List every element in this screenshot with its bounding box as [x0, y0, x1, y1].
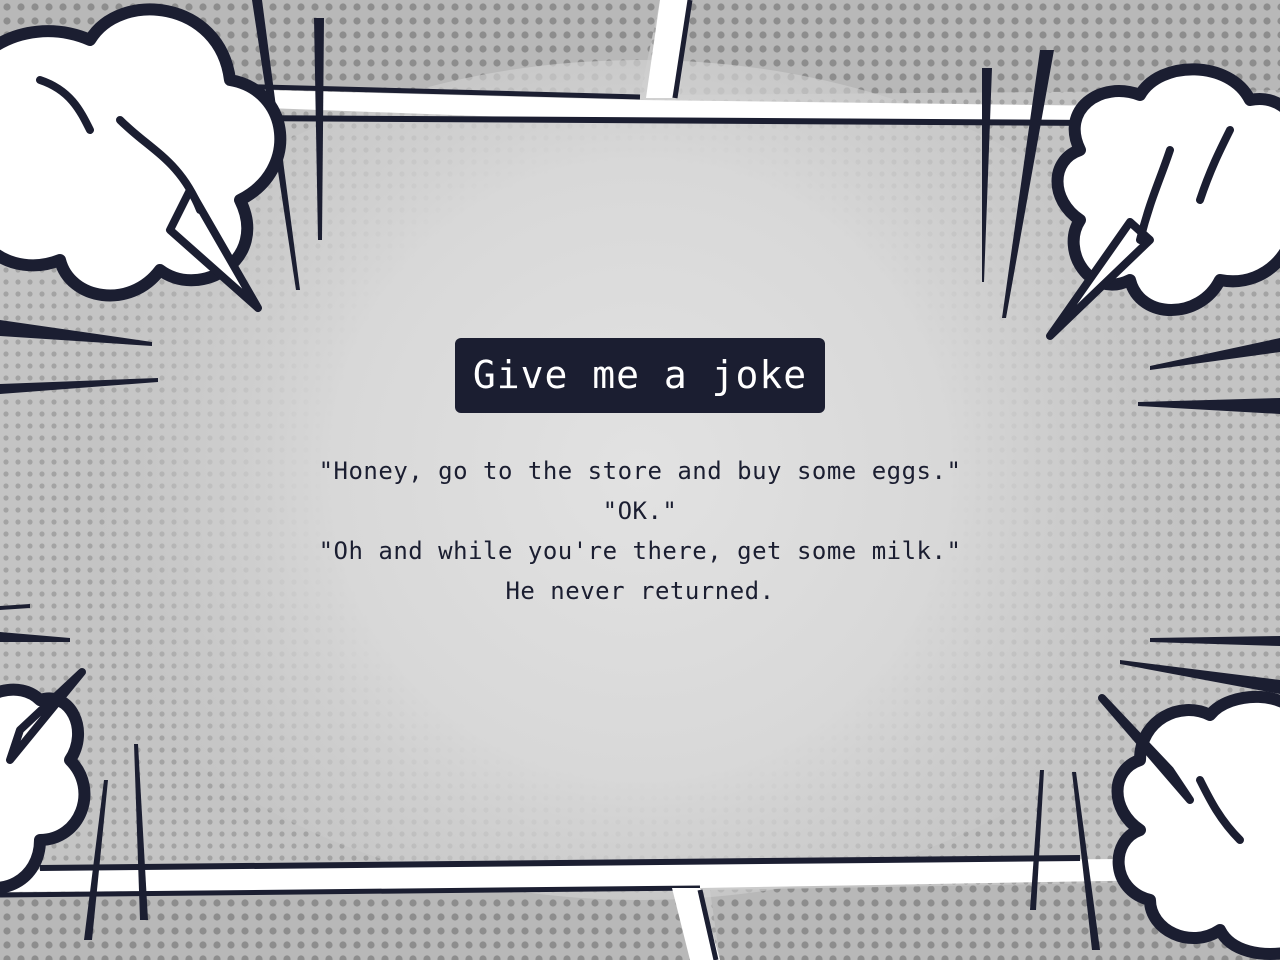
joke-card: Give me a joke "Honey, go to the store a…: [0, 338, 1280, 611]
comic-background: Give me a joke "Honey, go to the store a…: [0, 0, 1280, 960]
joke-line: He never returned.: [505, 577, 775, 605]
joke-line: "OK.": [602, 497, 678, 525]
joke-text: "Honey, go to the store and buy some egg…: [0, 451, 1280, 611]
joke-line: "Honey, go to the store and buy some egg…: [318, 457, 962, 485]
give-joke-button[interactable]: Give me a joke: [454, 338, 826, 413]
joke-line: "Oh and while you're there, get some mil…: [318, 537, 962, 565]
